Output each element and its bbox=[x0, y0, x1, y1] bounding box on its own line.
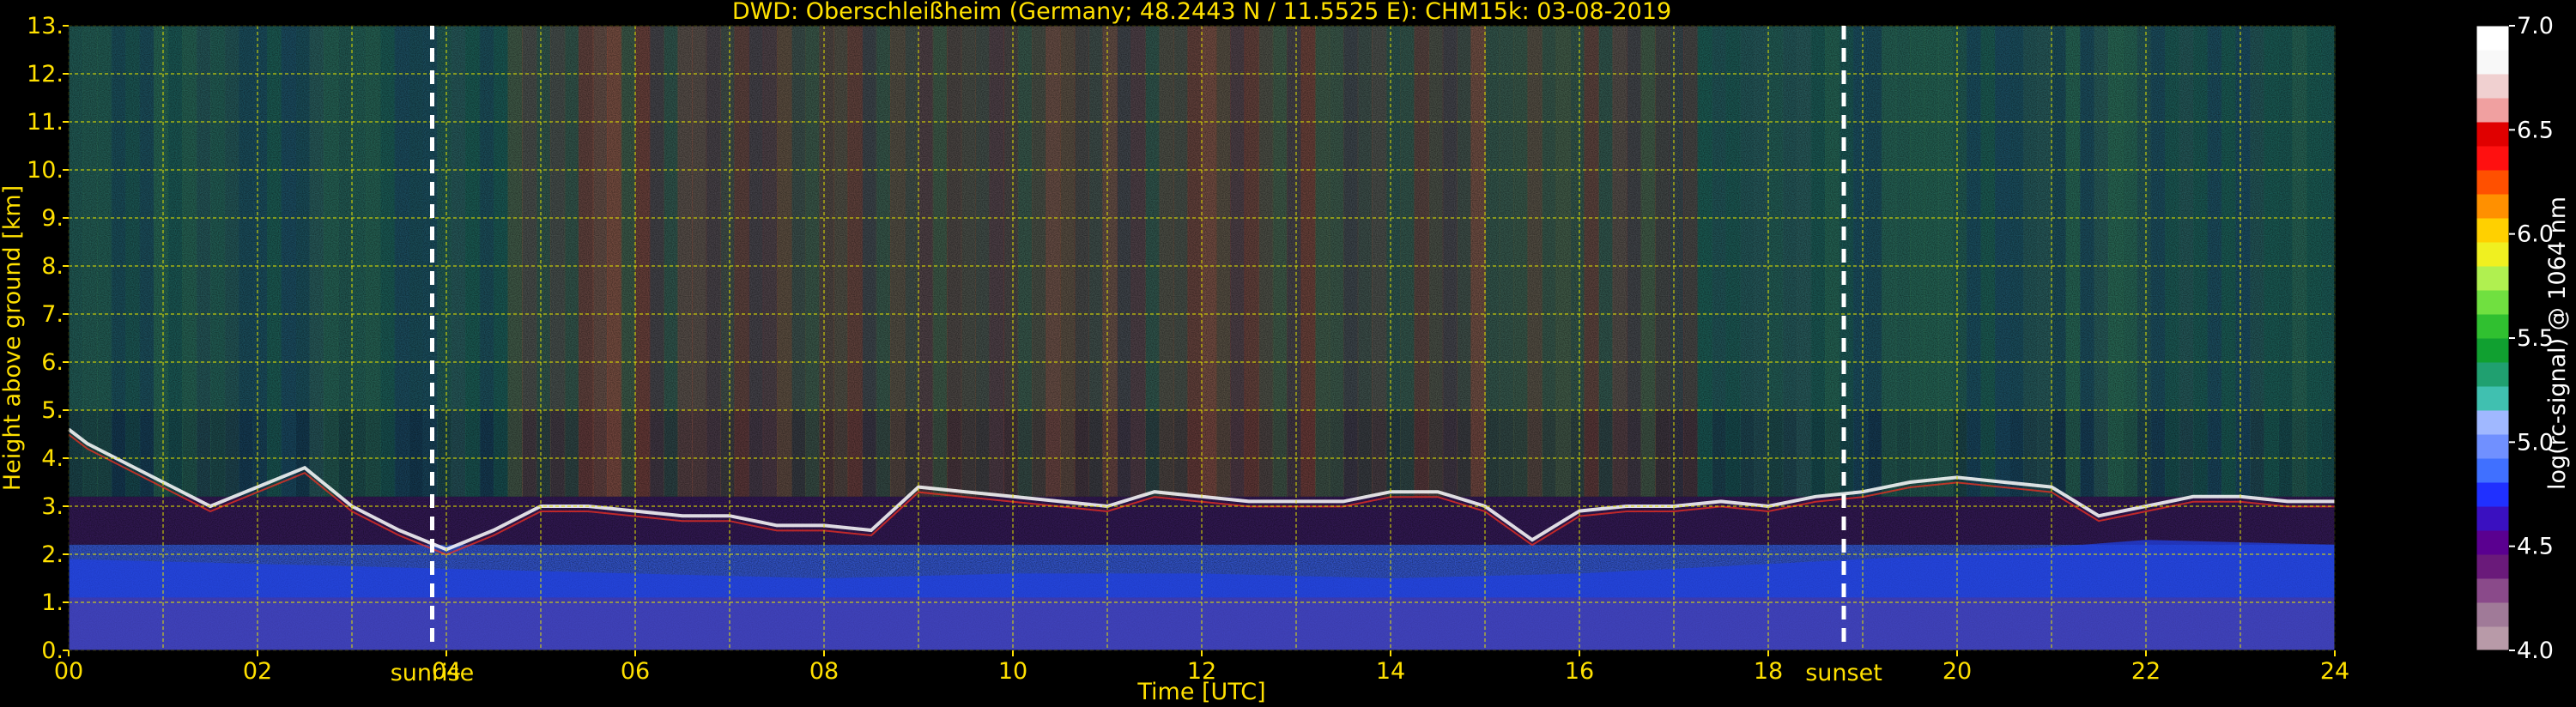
colorbar-segment bbox=[2476, 338, 2509, 363]
x-tick-label: 10 bbox=[998, 658, 1027, 685]
colorbar-segment bbox=[2476, 362, 2509, 387]
y-axis-ticks: 0. 1. 2. 3. 4. 5. 6. 7. 8. 9. 10. 11. 12. 13. bbox=[27, 13, 69, 664]
colorbar-label: log(rc-signal) @ 1064 nm bbox=[2544, 196, 2571, 490]
colorbar-segment bbox=[2476, 98, 2509, 123]
x-tick-label: 16 bbox=[1565, 658, 1594, 685]
y-tick-label: 10. bbox=[27, 157, 64, 184]
y-tick-label: 2. bbox=[41, 541, 64, 568]
colorbar-segment bbox=[2476, 578, 2509, 603]
colorbar-segment bbox=[2476, 74, 2509, 99]
chart-title: DWD: Oberschleißheim (Germany; 48.2443 N… bbox=[732, 0, 1671, 25]
colorbar-segment bbox=[2476, 314, 2509, 339]
ceilometer-chart: DWD: Oberschleißheim (Germany; 48.2443 N… bbox=[0, 0, 2571, 705]
colorbar-segment bbox=[2476, 218, 2509, 243]
y-tick-label: 0. bbox=[41, 638, 64, 664]
x-tick-label: 20 bbox=[1943, 658, 1972, 685]
colorbar-segment bbox=[2476, 530, 2509, 555]
y-tick-label: 1. bbox=[41, 589, 64, 616]
x-tick-label: 18 bbox=[1754, 658, 1783, 685]
colorbar-segment bbox=[2476, 266, 2509, 291]
y-tick-label: 4. bbox=[41, 445, 64, 472]
colorbar-segment bbox=[2476, 122, 2509, 147]
colorbar-segment bbox=[2476, 506, 2509, 531]
colorbar-segment bbox=[2476, 602, 2509, 627]
colorbar-segment bbox=[2476, 50, 2509, 75]
colorbar bbox=[2476, 25, 2510, 651]
colorbar-segment bbox=[2476, 242, 2509, 267]
marker-label: sunset bbox=[1805, 660, 1882, 686]
colorbar-segment bbox=[2476, 434, 2509, 459]
y-tick-label: 11. bbox=[27, 109, 64, 136]
colorbar-segment bbox=[2476, 554, 2509, 579]
colorbar-segment bbox=[2476, 170, 2509, 195]
colorbar-segment bbox=[2476, 410, 2509, 435]
colorbar-segment bbox=[2476, 458, 2509, 483]
x-tick-label: 22 bbox=[2131, 658, 2161, 685]
x-tick-label: 06 bbox=[621, 658, 650, 685]
y-tick-label: 3. bbox=[41, 493, 64, 520]
x-tick-label: 14 bbox=[1376, 658, 1405, 685]
y-tick-label: 12. bbox=[27, 61, 64, 88]
y-tick-label: 5. bbox=[41, 397, 64, 424]
y-tick-label: 7. bbox=[41, 301, 64, 328]
colorbar-tick-label: 7.0 bbox=[2517, 13, 2554, 39]
colorbar-segment bbox=[2476, 626, 2509, 651]
colorbar-segment bbox=[2476, 26, 2509, 51]
colorbar-tick-label: 4.5 bbox=[2517, 534, 2554, 560]
colorbar-tick-label: 6.5 bbox=[2517, 117, 2554, 143]
colorbar-segment bbox=[2476, 194, 2509, 219]
y-tick-label: 9. bbox=[41, 205, 64, 232]
colorbar-segment bbox=[2476, 386, 2509, 411]
colorbar-segment bbox=[2476, 482, 2509, 507]
y-tick-label: 8. bbox=[41, 253, 64, 280]
y-axis-label: Height above ground [km] bbox=[0, 185, 26, 491]
colorbar-segment bbox=[2476, 290, 2509, 315]
x-tick-label: 04 bbox=[432, 658, 461, 685]
x-tick-label: 08 bbox=[809, 658, 839, 685]
x-tick-label: 24 bbox=[2320, 658, 2349, 685]
colorbar-tick-label: 4.0 bbox=[2517, 638, 2554, 664]
x-axis-label: Time [UTC] bbox=[1136, 679, 1265, 705]
y-tick-label: 6. bbox=[41, 349, 64, 376]
y-tick-label: 13. bbox=[27, 13, 64, 39]
colorbar-segment bbox=[2476, 146, 2509, 171]
x-tick-label: 02 bbox=[243, 658, 272, 685]
